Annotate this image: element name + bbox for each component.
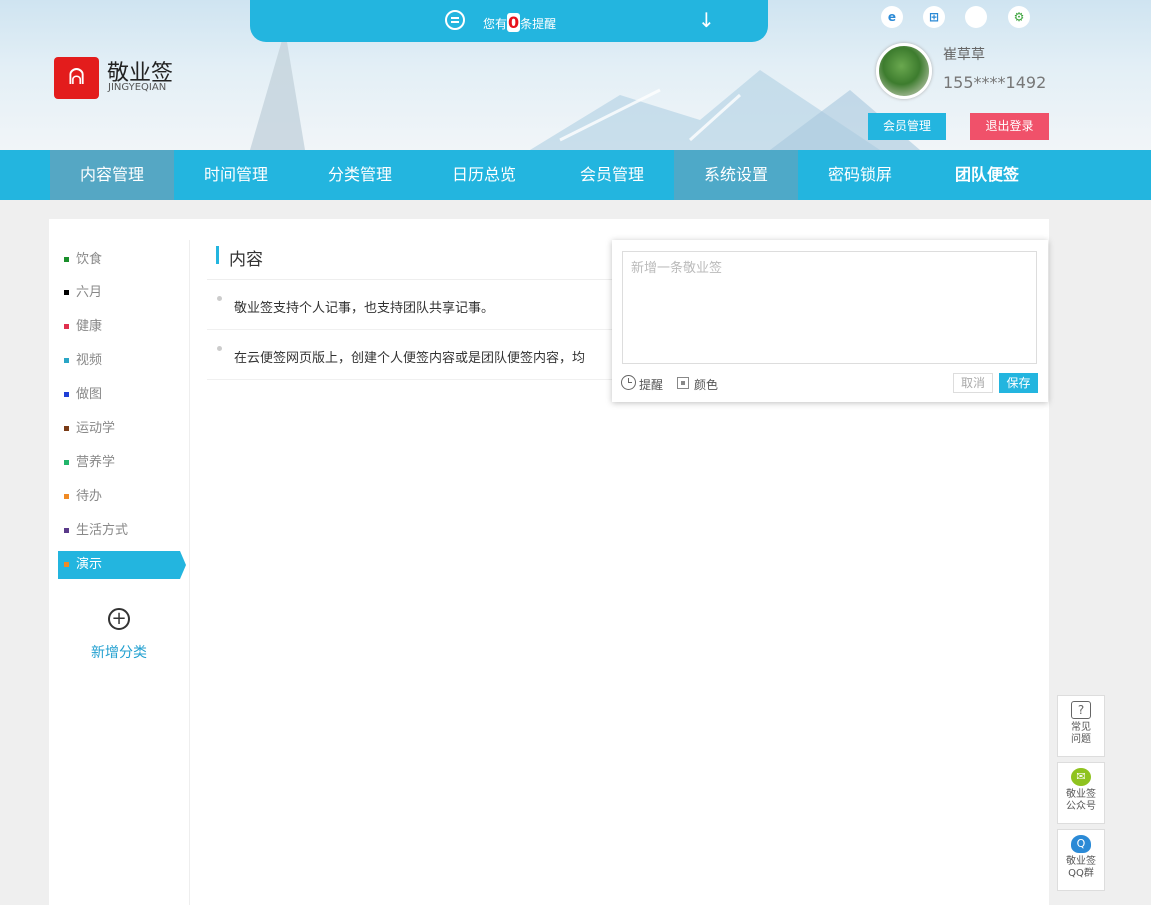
android-icon[interactable]: ⚙ xyxy=(1008,6,1030,28)
sidebar-divider xyxy=(189,240,190,905)
add-category-icon[interactable]: + xyxy=(108,608,130,630)
cancel-button[interactable]: 取消 xyxy=(953,373,993,393)
item-text: 敬业签支持个人记事，也支持团队共享记事。 xyxy=(234,301,495,316)
user-name: 崔草草 xyxy=(943,47,985,63)
logout-button[interactable]: 退出登录 xyxy=(970,113,1049,140)
tool-label: 公众号 xyxy=(1066,801,1096,812)
category-color-dot xyxy=(64,460,69,465)
category-item[interactable]: 生活方式 xyxy=(58,517,180,545)
category-item[interactable]: 健康 xyxy=(58,313,180,341)
tool-label: 常见 xyxy=(1071,722,1091,733)
bullet-icon xyxy=(217,346,222,351)
ie-icon[interactable]: e xyxy=(881,6,903,28)
apple-icon[interactable] xyxy=(965,6,987,28)
category-item[interactable]: 运动学 xyxy=(58,415,180,443)
add-category-button[interactable]: 新增分类 xyxy=(91,642,147,662)
qq-group-button[interactable]: Q 敬业签 QQ群 xyxy=(1057,829,1105,891)
user-phone: 155****1492 xyxy=(943,73,1047,92)
list-item[interactable]: 在云便签网页版上，创建个人便签内容或是团队便签内容，均 xyxy=(207,330,627,380)
nav-lock[interactable]: 密码锁屏 xyxy=(798,150,922,200)
color-icon[interactable] xyxy=(677,377,689,389)
category-item[interactable]: 待办 xyxy=(58,483,180,511)
reminder-text: 您有0条提醒 xyxy=(483,13,557,32)
reminder-banner[interactable]: 您有0条提醒 ↓ xyxy=(250,0,768,42)
nav-content[interactable]: 内容管理 xyxy=(50,150,174,200)
new-note-editor: 提醒 颜色 取消 保存 xyxy=(612,240,1048,402)
remind-button[interactable]: 提醒 xyxy=(639,376,663,393)
category-color-dot xyxy=(64,494,69,499)
nav-time[interactable]: 时间管理 xyxy=(174,150,298,200)
avatar[interactable] xyxy=(876,43,932,99)
category-color-dot xyxy=(64,528,69,533)
nav-calendar[interactable]: 日历总览 xyxy=(422,150,546,200)
note-input[interactable] xyxy=(622,251,1037,364)
wechat-button[interactable]: ✉ 敬业签 公众号 xyxy=(1057,762,1105,824)
category-item-active[interactable]: 演示 xyxy=(58,551,186,579)
header: 您有0条提醒 ↓ ᕱ 敬业签 JINGYEQIAN e ⊞ ⚙ 崔草草 155*… xyxy=(0,0,1151,150)
category-color-dot xyxy=(64,562,69,567)
message-icon xyxy=(445,10,465,30)
faq-button[interactable]: ? 常见 问题 xyxy=(1057,695,1105,757)
logo-icon[interactable]: ᕱ xyxy=(54,57,99,99)
clock-icon[interactable] xyxy=(621,375,636,390)
nav-team[interactable]: 团队便签 xyxy=(925,150,1049,200)
color-button[interactable]: 颜色 xyxy=(694,376,718,393)
bullet-icon xyxy=(217,296,222,301)
help-icon: ? xyxy=(1071,701,1091,719)
nav-category[interactable]: 分类管理 xyxy=(298,150,422,200)
tool-label: 敬业签 xyxy=(1066,789,1096,800)
member-management-button[interactable]: 会员管理 xyxy=(868,113,946,140)
brand-subtitle: JINGYEQIAN xyxy=(108,82,167,93)
arrow-down-icon[interactable]: ↓ xyxy=(698,8,715,32)
category-color-dot xyxy=(64,426,69,431)
tool-label: 问题 xyxy=(1071,734,1091,745)
tool-label: QQ群 xyxy=(1068,868,1094,879)
windows-icon[interactable]: ⊞ xyxy=(923,6,945,28)
qq-icon: Q xyxy=(1071,835,1091,853)
item-text: 在云便签网页版上，创建个人便签内容或是团队便签内容，均 xyxy=(234,351,586,366)
save-button[interactable]: 保存 xyxy=(999,373,1038,393)
nav-member[interactable]: 会员管理 xyxy=(550,150,674,200)
reminder-count: 0 xyxy=(507,13,521,32)
category-item[interactable]: 营养学 xyxy=(58,449,180,477)
category-color-dot xyxy=(64,324,69,329)
tool-label: 敬业签 xyxy=(1066,856,1096,867)
category-color-dot xyxy=(64,392,69,397)
category-color-dot xyxy=(64,290,69,295)
section-title: 内容 xyxy=(229,250,263,270)
nav-settings[interactable]: 系统设置 xyxy=(674,150,798,200)
wechat-icon: ✉ xyxy=(1071,768,1091,786)
category-color-dot xyxy=(64,257,69,262)
section-accent-bar xyxy=(216,246,219,264)
category-item[interactable]: 六月 xyxy=(58,279,180,307)
category-color-dot xyxy=(64,358,69,363)
category-item[interactable]: 饮食 xyxy=(58,246,180,274)
main-nav: 内容管理 时间管理 分类管理 日历总览 会员管理 系统设置 密码锁屏 团队便签 xyxy=(0,150,1151,200)
category-item[interactable]: 视频 xyxy=(58,347,180,375)
list-item[interactable]: 敬业签支持个人记事，也支持团队共享记事。 xyxy=(207,280,627,330)
category-item[interactable]: 做图 xyxy=(58,381,180,409)
